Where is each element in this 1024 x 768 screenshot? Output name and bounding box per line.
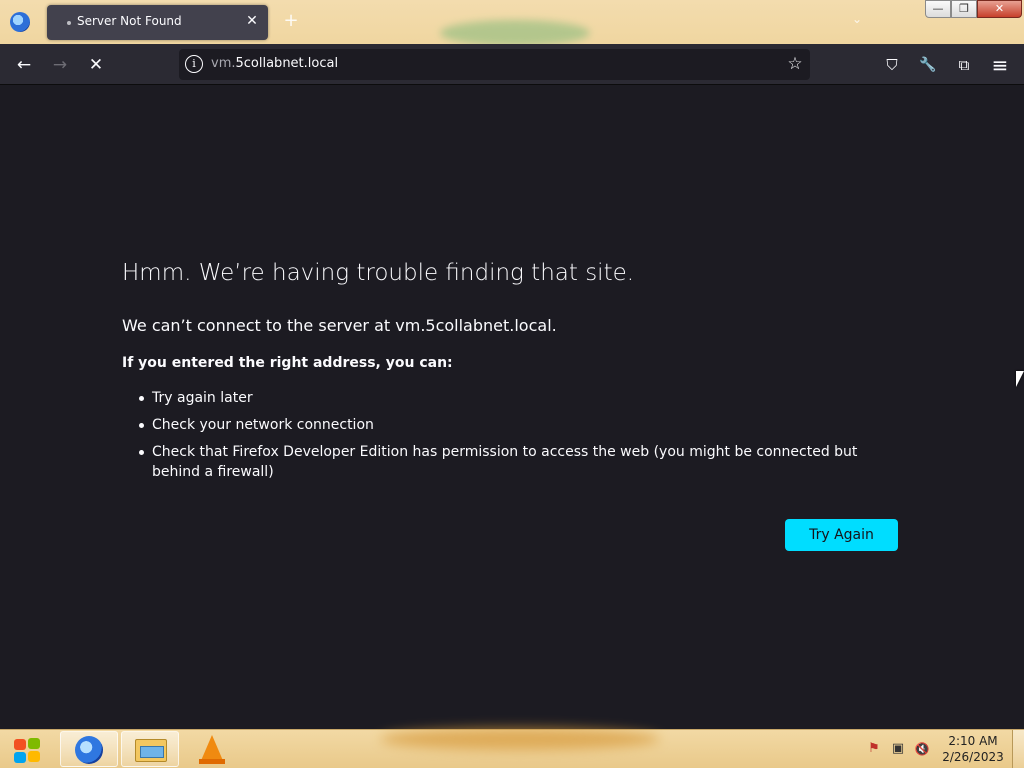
windows-logo-icon-part (28, 738, 40, 749)
back-icon[interactable]: ← (10, 51, 38, 79)
network-icon[interactable]: ▣ (890, 741, 906, 757)
tab-server-not-found[interactable]: Server Not Found ✕ (47, 5, 268, 40)
url-text[interactable]: vm.5collabnet.local (211, 56, 338, 71)
close-window-button[interactable]: ✕ (977, 0, 1022, 18)
clock-time: 2:10 AM (948, 734, 998, 748)
minimize-button[interactable]: — (925, 0, 951, 18)
error-short-description: We can’t connect to the server at vm.5co… (122, 316, 557, 335)
list-item: Check that Firefox Developer Edition has… (122, 442, 902, 482)
start-button[interactable] (4, 732, 50, 766)
wrench-icon[interactable]: 🔧 (914, 51, 942, 79)
taskbar: ⚑ ▣ 🔇 2:10 AM 2/26/2023 (0, 728, 1024, 768)
site-info-icon[interactable]: i (185, 55, 203, 73)
file-explorer-icon (135, 739, 167, 762)
url-subdomain: vm. (211, 56, 236, 71)
address-bar[interactable]: i vm.5collabnet.local ☆ (179, 49, 810, 80)
error-intro: If you entered the right address, you ca… (122, 355, 453, 371)
windows-logo-icon-part (28, 751, 40, 762)
extensions-icon[interactable]: ⧉ (950, 51, 978, 79)
url-domain: 5collabnet.local (235, 56, 339, 71)
stop-icon[interactable]: ✕ (82, 51, 110, 79)
windows-logo-icon (14, 739, 26, 750)
wallpaper-blob (440, 20, 590, 46)
firefox-icon (75, 736, 103, 764)
wallpaper-glow (380, 728, 660, 750)
suggestion-list: Try again later Check your network conne… (122, 388, 902, 489)
page-title: Hmm. We’re having trouble finding that s… (122, 260, 635, 286)
tab-close-icon[interactable]: ✕ (243, 12, 261, 30)
pocket-icon[interactable]: ⛉ (878, 51, 906, 79)
firefox-logo-icon (10, 12, 30, 32)
forward-icon[interactable]: → (46, 51, 74, 79)
error-page: Hmm. We’re having trouble finding that s… (0, 86, 1024, 729)
volume-muted-icon[interactable]: 🔇 (914, 741, 930, 757)
action-center-flag-icon[interactable]: ⚑ (866, 741, 882, 757)
menu-icon[interactable]: ≡ (986, 51, 1014, 79)
try-again-button[interactable]: Try Again (785, 519, 898, 551)
mouse-cursor-icon (1016, 371, 1024, 387)
list-item: Try again later (122, 388, 902, 408)
new-tab-icon[interactable]: + (282, 10, 300, 32)
list-item: Check your network connection (122, 415, 902, 435)
clock-date: 2/26/2023 (942, 750, 1004, 764)
title-bar: Server Not Found ✕ + ⌄ — ❐ ✕ (0, 0, 1024, 46)
navigation-toolbar: ← → ✕ i vm.5collabnet.local ☆ ⛉ 🔧 ⧉ ≡ (0, 44, 1024, 85)
bookmark-star-icon[interactable]: ☆ (784, 53, 806, 75)
windows-logo-icon-part (14, 752, 26, 763)
system-clock[interactable]: 2:10 AM 2/26/2023 (940, 733, 1006, 765)
vlc-icon[interactable] (199, 735, 225, 764)
maximize-button[interactable]: ❐ (951, 0, 977, 18)
tab-loading-dot-icon (67, 21, 71, 25)
taskbar-explorer-button[interactable] (121, 731, 179, 767)
taskbar-firefox-button[interactable] (60, 731, 118, 767)
tab-title: Server Not Found (77, 14, 182, 28)
show-desktop-button[interactable] (1012, 730, 1024, 768)
list-all-tabs-icon[interactable]: ⌄ (852, 12, 866, 26)
